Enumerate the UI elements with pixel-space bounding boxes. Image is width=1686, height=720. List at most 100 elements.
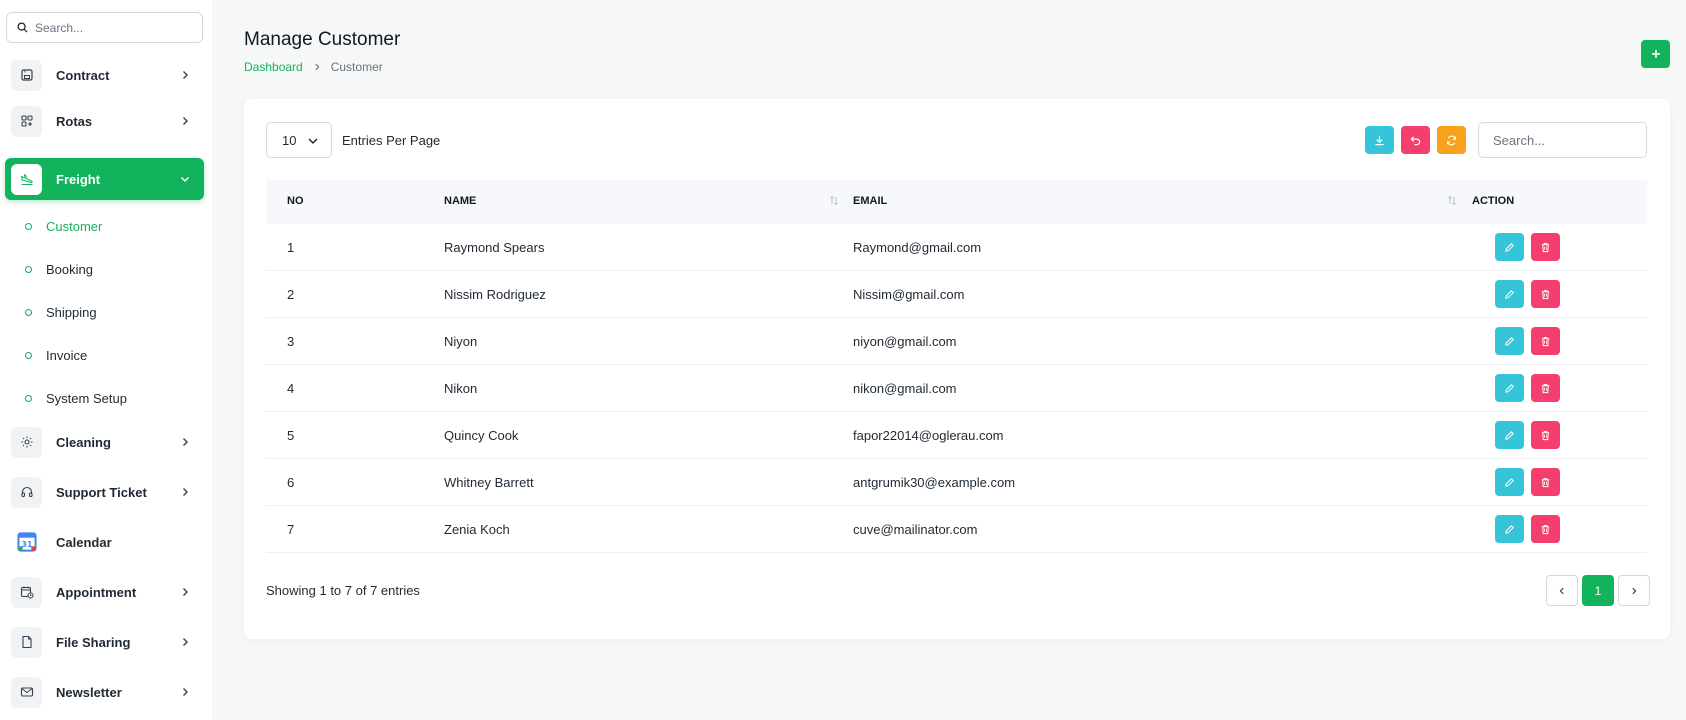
sidebar-item-appointment[interactable]: Appointment <box>5 571 204 613</box>
sidebar-subitem-shipping[interactable]: Shipping <box>25 302 97 322</box>
cell-email: Raymond@gmail.com <box>853 240 982 255</box>
table-header: NO NAME EMAIL ACTION <box>266 180 1647 224</box>
sidebar-item-calendar[interactable]: 31 Calendar <box>5 521 204 563</box>
cell-no: 4 <box>287 381 295 396</box>
pagination-prev-button[interactable] <box>1546 575 1578 606</box>
headset-icon <box>11 476 42 508</box>
sidebar-subitem-label: Booking <box>46 261 93 277</box>
plus-icon <box>1651 50 1660 58</box>
sidebar-search-input[interactable] <box>35 20 195 35</box>
customer-table: NO NAME EMAIL ACTION 1 Raymond Spears Ra… <box>266 180 1647 553</box>
sidebar-subitem-system-setup[interactable]: System Setup <box>25 388 127 408</box>
sidebar-item-cleaning[interactable]: Cleaning <box>5 421 204 463</box>
breadcrumb-dashboard-link[interactable]: Dashboard <box>244 60 303 74</box>
cell-name: Quincy Cook <box>444 428 519 443</box>
sidebar-subitem-label: Shipping <box>46 304 97 320</box>
pagination-next-button[interactable] <box>1618 575 1650 606</box>
sidebar-subitem-customer[interactable]: Customer <box>25 216 102 236</box>
table-row: 7 Zenia Koch cuve@mailinator.com <box>266 506 1647 553</box>
entries-per-page-select[interactable]: 10 <box>266 122 332 158</box>
edit-button[interactable] <box>1495 374 1524 402</box>
undo-icon <box>1410 135 1421 145</box>
calendar-app-icon: 31 <box>11 526 42 558</box>
sidebar-subitem-invoice[interactable]: Invoice <box>25 345 87 365</box>
cell-name: Niyon <box>444 334 478 349</box>
cell-name: Nissim Rodriguez <box>444 287 546 302</box>
table-row: 5 Quincy Cook fapor22014@oglerau.com <box>266 412 1647 459</box>
sidebar-item-freight[interactable]: Freight <box>5 158 204 200</box>
chevron-right-icon <box>315 63 320 71</box>
refresh-button[interactable] <box>1437 126 1466 154</box>
save-icon <box>11 59 42 91</box>
delete-button[interactable] <box>1531 327 1560 355</box>
pencil-icon <box>1505 383 1514 393</box>
pagination-page-button[interactable]: 1 <box>1582 575 1614 606</box>
cell-no: 2 <box>287 287 295 302</box>
sidebar-item-label: Support Ticket <box>56 484 147 500</box>
calendar-badge: 31 <box>21 540 32 549</box>
add-customer-button[interactable] <box>1641 40 1670 68</box>
cell-no: 1 <box>287 240 295 255</box>
sidebar-item-support-ticket[interactable]: Support Ticket <box>5 471 204 513</box>
delete-button[interactable] <box>1531 280 1560 308</box>
pencil-icon <box>1505 430 1514 440</box>
breadcrumb-current: Customer <box>330 60 383 74</box>
bullet-icon <box>25 308 32 316</box>
sidebar-subitem-label: Invoice <box>46 347 88 363</box>
sun-icon <box>11 426 42 458</box>
chevron-right-icon <box>183 488 188 496</box>
sort-icon[interactable] <box>829 195 839 206</box>
table-row: 6 Whitney Barrett antgrumik30@example.co… <box>266 459 1647 506</box>
edit-button[interactable] <box>1495 280 1524 308</box>
table-search-input[interactable] <box>1478 122 1647 158</box>
sidebar-item-label: Contract <box>56 67 110 83</box>
chevron-right-icon <box>1632 587 1637 594</box>
delete-button[interactable] <box>1531 421 1560 449</box>
delete-button[interactable] <box>1531 515 1560 543</box>
entries-value: 10 <box>282 132 297 148</box>
sidebar-item-label: Freight <box>56 171 101 187</box>
plane-landing-icon <box>11 163 42 195</box>
calendar-clock-icon <box>11 576 42 608</box>
sidebar-item-contract[interactable]: Contract <box>5 54 204 96</box>
pencil-icon <box>1505 289 1514 299</box>
chevron-right-icon <box>183 71 188 79</box>
edit-button[interactable] <box>1495 421 1524 449</box>
sidebar-item-rotas[interactable]: Rotas <box>5 100 204 142</box>
trash-icon <box>1541 524 1550 534</box>
delete-button[interactable] <box>1531 468 1560 496</box>
column-header-email[interactable]: EMAIL <box>853 195 887 207</box>
sidebar: Contract Rotas Freight Customer Booking … <box>0 0 212 720</box>
delete-button[interactable] <box>1531 233 1560 261</box>
cell-email: antgrumik30@example.com <box>853 475 1016 490</box>
cell-no: 3 <box>287 334 295 349</box>
sort-icon[interactable] <box>1447 195 1457 206</box>
chevron-left-icon <box>1559 587 1564 594</box>
trash-icon <box>1541 336 1550 346</box>
sidebar-item-label: Calendar <box>56 534 112 550</box>
trash-icon <box>1541 477 1550 487</box>
edit-button[interactable] <box>1495 515 1524 543</box>
reset-button[interactable] <box>1401 126 1430 154</box>
sidebar-item-label: Appointment <box>56 584 137 600</box>
edit-button[interactable] <box>1495 327 1524 355</box>
column-header-action: ACTION <box>1472 195 1515 207</box>
chevron-down-icon <box>181 177 189 182</box>
search-icon <box>17 22 28 33</box>
edit-button[interactable] <box>1495 468 1524 496</box>
bullet-icon <box>25 351 32 359</box>
download-button[interactable] <box>1365 126 1394 154</box>
edit-button[interactable] <box>1495 233 1524 261</box>
column-header-name[interactable]: NAME <box>444 195 476 207</box>
pencil-icon <box>1505 524 1514 534</box>
sidebar-item-label: File Sharing <box>56 634 131 650</box>
sidebar-item-file-sharing[interactable]: File Sharing <box>5 621 204 663</box>
delete-button[interactable] <box>1531 374 1560 402</box>
pencil-icon <box>1505 242 1514 252</box>
breadcrumb: Dashboard Customer <box>244 60 383 74</box>
sidebar-search[interactable] <box>6 12 203 43</box>
cell-email: niyon@gmail.com <box>853 334 957 349</box>
sidebar-subitem-booking[interactable]: Booking <box>25 259 93 279</box>
trash-icon <box>1541 430 1550 440</box>
sidebar-item-newsletter[interactable]: Newsletter <box>5 671 204 713</box>
